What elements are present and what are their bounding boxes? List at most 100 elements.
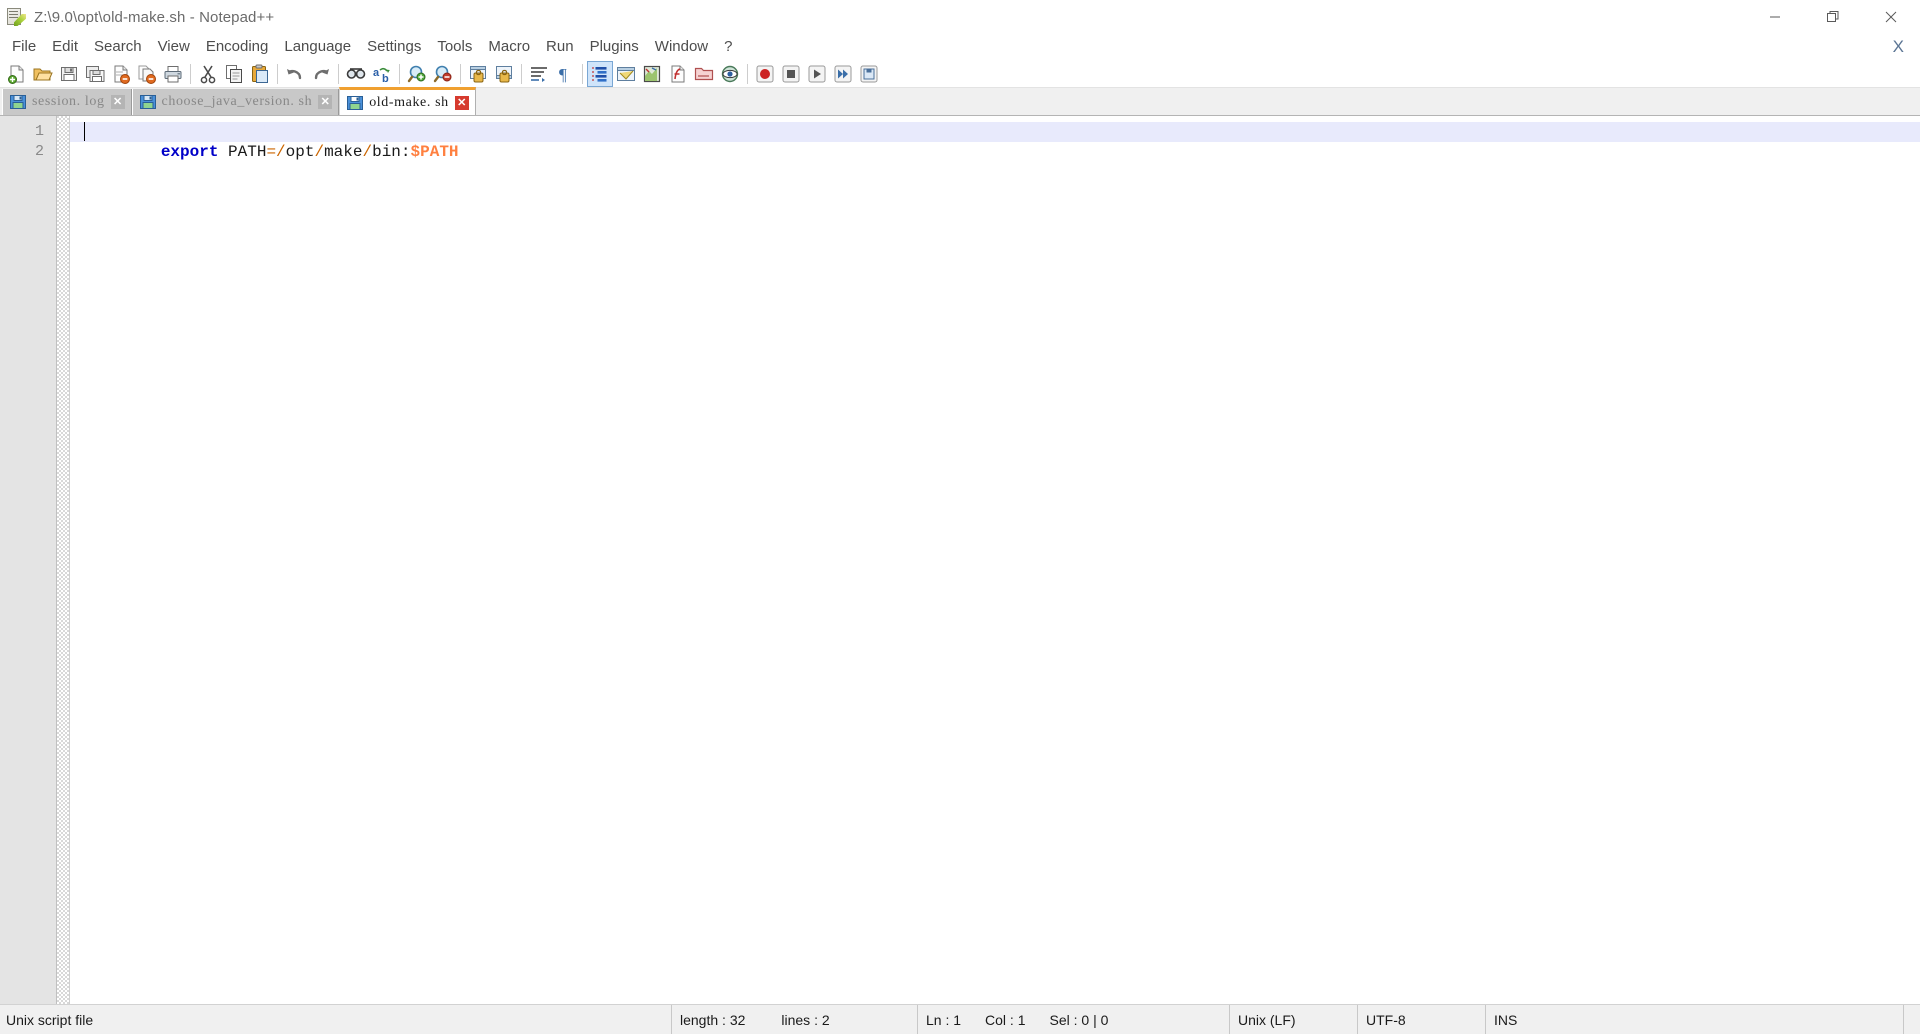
show-all-characters-icon[interactable]: ¶: [553, 62, 577, 86]
menu-search[interactable]: Search: [86, 35, 150, 59]
new-file-icon[interactable]: [5, 62, 29, 86]
indent-guide-icon[interactable]: [587, 60, 613, 87]
play-macro-icon[interactable]: [805, 62, 829, 86]
print-icon[interactable]: [161, 62, 185, 86]
menu-window[interactable]: Window: [647, 35, 716, 59]
restore-icon[interactable]: [1804, 0, 1862, 34]
tab-choose-java-version-sh[interactable]: choose_java_version. sh ✕: [131, 89, 340, 115]
tab-label: choose_java_version. sh: [161, 94, 313, 109]
record-macro-icon[interactable]: [753, 62, 777, 86]
monitoring-icon[interactable]: [718, 62, 742, 86]
editor-area: 1 2 export PATH=/opt/make/bin:$PATH: [0, 116, 1920, 1004]
notepad-plus-plus-window: Z:\9.0\opt\old-make.sh - Notepad++ File: [0, 0, 1920, 1034]
resize-grip[interactable]: [1904, 1005, 1920, 1034]
document-map-icon[interactable]: [640, 62, 664, 86]
token-variable: $PATH: [410, 143, 459, 161]
save-icon[interactable]: [57, 62, 81, 86]
menu-edit[interactable]: Edit: [44, 35, 86, 59]
tab-old-make-sh[interactable]: old-make. sh ✕: [339, 87, 476, 115]
separator-5: [460, 63, 461, 84]
text-caret: [84, 122, 85, 141]
tab-label: old-make. sh: [369, 94, 449, 110]
find-icon[interactable]: [344, 62, 368, 86]
copy-icon[interactable]: [222, 62, 246, 86]
folder-as-workspace-icon[interactable]: [692, 62, 716, 86]
word-wrap-icon[interactable]: [527, 62, 551, 86]
open-file-icon[interactable]: [31, 62, 55, 86]
status-eol-format[interactable]: Unix (LF): [1230, 1005, 1358, 1034]
tab-label: session. log: [32, 94, 105, 109]
status-length: length : 32: [680, 1011, 746, 1028]
menu-run[interactable]: Run: [538, 35, 582, 59]
title-bar: Z:\9.0\opt\old-make.sh - Notepad++: [0, 0, 1920, 34]
user-defined-dialog-icon[interactable]: [614, 62, 638, 86]
separator-8: [747, 63, 748, 84]
close-all-files-icon[interactable]: [135, 62, 159, 86]
save-all-icon[interactable]: [83, 62, 107, 86]
svg-text:¶: ¶: [559, 65, 567, 84]
tab-close-icon[interactable]: ✕: [110, 95, 125, 109]
close-icon[interactable]: [1862, 0, 1920, 34]
sync-vertical-scroll-icon[interactable]: [466, 62, 490, 86]
zoom-in-icon[interactable]: [405, 62, 429, 86]
token-text: make: [324, 143, 363, 161]
fold-margin[interactable]: [57, 116, 70, 1004]
notepad-plus-plus-icon: [6, 7, 26, 27]
save-macro-icon[interactable]: [857, 62, 881, 86]
status-length-lines: length : 32 lines : 2: [672, 1005, 918, 1034]
token-operator: /: [276, 143, 286, 161]
tab-bar: session. log ✕ choose_java_version. sh ✕: [0, 87, 1920, 116]
token-text: opt: [285, 143, 315, 161]
saved-file-icon: [139, 94, 156, 110]
menu-help[interactable]: ?: [716, 35, 740, 59]
menu-file[interactable]: File: [4, 35, 44, 59]
code-canvas[interactable]: export PATH=/opt/make/bin:$PATH: [70, 116, 1920, 1004]
code-line[interactable]: export PATH=/opt/make/bin:$PATH: [70, 122, 1920, 161]
function-list-icon[interactable]: [666, 62, 690, 86]
status-insert-mode[interactable]: INS: [1486, 1005, 1904, 1034]
menu-bar: File Edit Search View Encoding Language …: [0, 34, 1920, 60]
menu-plugins[interactable]: Plugins: [582, 35, 647, 59]
menu-view[interactable]: View: [150, 35, 198, 59]
paste-icon[interactable]: [248, 62, 272, 86]
token-text: PATH: [218, 143, 267, 161]
window-title: Z:\9.0\opt\old-make.sh - Notepad++: [34, 8, 275, 26]
redo-icon[interactable]: [309, 62, 333, 86]
token-text: bin: [372, 143, 401, 161]
toolbar: a b ¶: [0, 60, 1920, 88]
minimize-icon[interactable]: [1746, 0, 1804, 34]
token-operator: /: [362, 143, 373, 161]
status-col: Col : 1: [985, 1011, 1026, 1028]
close-document-button[interactable]: X: [1887, 36, 1910, 58]
status-encoding[interactable]: UTF-8: [1358, 1005, 1486, 1034]
sync-horizontal-scroll-icon[interactable]: [492, 62, 516, 86]
tab-session-log[interactable]: session. log ✕: [2, 89, 132, 115]
status-sel: Sel : 0 | 0: [1049, 1011, 1109, 1028]
token-operator: =: [266, 143, 277, 161]
svg-text:a: a: [373, 67, 380, 79]
menu-tools[interactable]: Tools: [429, 35, 480, 59]
status-lines: lines : 2: [781, 1011, 830, 1028]
status-caret-position: Ln : 1 Col : 1 Sel : 0 | 0: [918, 1005, 1230, 1034]
close-file-icon[interactable]: [109, 62, 133, 86]
svg-text:b: b: [382, 73, 389, 84]
undo-icon[interactable]: [283, 62, 307, 86]
run-macro-multiple-icon[interactable]: [831, 62, 855, 86]
menu-settings[interactable]: Settings: [359, 35, 429, 59]
menu-encoding[interactable]: Encoding: [198, 35, 277, 59]
menu-macro[interactable]: Macro: [480, 35, 538, 59]
status-document-type: Unix script file: [0, 1005, 672, 1034]
window-controls: [1746, 0, 1920, 34]
separator-2: [277, 63, 278, 84]
line-number: 2: [34, 143, 44, 160]
stop-macro-icon[interactable]: [779, 62, 803, 86]
replace-icon[interactable]: a b: [370, 62, 394, 86]
tab-close-icon[interactable]: ✕: [318, 95, 333, 109]
saved-file-icon: [10, 94, 26, 110]
separator-7: [582, 63, 583, 84]
line-number: 1: [34, 123, 44, 140]
zoom-out-icon[interactable]: [431, 62, 455, 86]
cut-icon[interactable]: [196, 62, 220, 86]
menu-language[interactable]: Language: [276, 35, 359, 59]
tab-close-icon[interactable]: ✕: [454, 95, 469, 110]
